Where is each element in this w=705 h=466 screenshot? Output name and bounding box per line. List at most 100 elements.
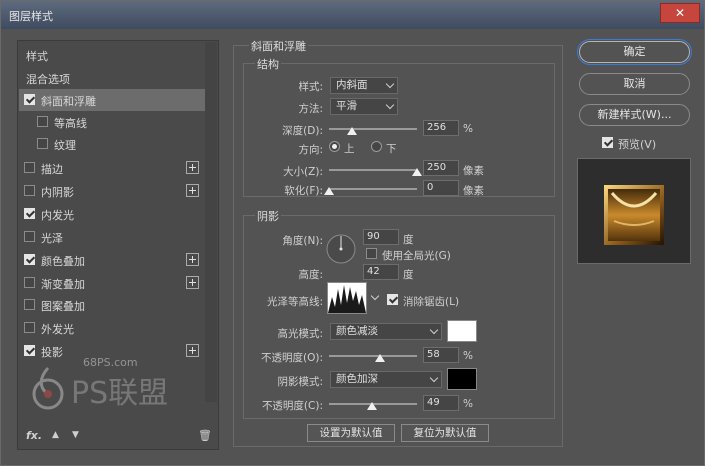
shadow-mode-value: 颜色加深 [336,373,378,385]
highlight-opacity-thumb[interactable] [375,354,386,362]
depth-input[interactable]: 256 [423,120,459,136]
highlight-opacity-track[interactable] [329,355,417,357]
move-down-icon[interactable]: ▼ [72,430,79,440]
style-checkbox[interactable] [24,94,35,105]
style-list-item-label: 渐变叠加 [41,278,85,291]
style-list-item[interactable]: 描边 [19,157,205,179]
global-light-label: 使用全局光(G) [382,250,451,262]
size-input[interactable]: 250 [423,160,459,176]
shading-title: 阴影 [255,208,281,224]
watermark-text: PS联盟 [71,376,169,411]
soften-slider-thumb[interactable] [324,187,334,195]
style-checkbox[interactable] [24,299,35,310]
direction-down-label: 下 [386,143,397,155]
add-effect-plus-icon[interactable] [186,184,199,197]
technique-dropdown[interactable]: 平滑 [330,98,398,115]
preview-checkbox[interactable] [602,137,613,148]
chevron-down-icon [385,79,395,89]
technique-value: 平滑 [336,100,357,112]
soften-input[interactable]: 0 [423,180,459,196]
style-checkbox[interactable] [24,208,35,219]
add-effect-plus-icon[interactable] [186,253,199,266]
direction-up-label: 上 [344,143,355,155]
layer-style-dialog: 图层样式 ✕ 样式 混合选项 斜面和浮雕 等高线 纹理 描边 内阴影 内发光 光泽 颜色叠加 渐变叠… [0,0,705,466]
global-light-checkbox[interactable] [366,248,377,259]
angle-label: 角度(N): [282,235,323,247]
angle-input[interactable]: 90 [363,229,399,245]
chevron-down-icon [370,291,380,301]
cancel-button[interactable]: 取消 [579,73,690,95]
direction-down-radio[interactable] [371,141,382,152]
style-checkbox[interactable] [24,322,35,333]
make-default-button[interactable]: 设置为默认值 [307,424,395,442]
style-list-item[interactable]: 纹理 [19,133,205,155]
style-checkbox[interactable] [24,162,35,173]
style-list-item[interactable]: 等高线 [19,111,205,133]
section-title: 斜面和浮雕 [249,38,308,54]
style-checkbox[interactable] [24,277,35,288]
ok-button[interactable]: 确定 [577,39,692,65]
style-list-item[interactable]: 颜色叠加 [19,249,205,271]
styles-toolbar: fx. ▲ ▼ 🗑 [26,429,216,443]
style-list-item-label: 投影 [41,346,63,359]
style-list-item-label: 图案叠加 [41,300,85,313]
watermark-logo-icon [32,366,64,410]
direction-up-radio[interactable] [329,141,340,152]
title-bar[interactable]: 图层样式 ✕ [1,1,704,29]
chevron-down-icon [429,325,439,335]
style-checkbox[interactable] [24,345,35,356]
reset-default-button[interactable]: 复位为默认值 [401,424,489,442]
highlight-color-swatch[interactable] [447,320,477,342]
gloss-contour-thumbnail[interactable] [327,282,367,314]
add-effect-plus-icon[interactable] [186,344,199,357]
move-up-icon[interactable]: ▲ [52,430,59,440]
style-list-item[interactable]: 图案叠加 [19,294,205,316]
highlight-mode-label: 高光模式: [277,328,323,340]
highlight-mode-value: 颜色减淡 [336,325,378,337]
size-slider-thumb[interactable] [412,168,422,176]
style-list-item[interactable]: 混合选项 [19,67,205,89]
style-checkbox[interactable] [37,138,48,149]
size-slider-track[interactable] [329,169,417,171]
styles-list-scrollbar[interactable] [205,42,217,402]
trash-icon[interactable]: 🗑 [198,429,212,442]
shadow-opacity-thumb[interactable] [367,402,378,410]
style-list-item[interactable]: 样式 [19,44,205,66]
depth-slider-track[interactable] [329,128,417,130]
shadow-color-swatch[interactable] [447,368,477,390]
style-checkbox[interactable] [24,185,35,196]
add-effect-plus-icon[interactable] [186,161,199,174]
style-checkbox[interactable] [24,254,35,265]
altitude-input[interactable]: 42 [363,264,399,280]
new-style-button[interactable]: 新建样式(W)... [579,104,690,126]
style-list-item[interactable]: 光泽 [19,226,205,248]
style-list-item-label: 等高线 [54,117,87,130]
gloss-contour-dropdown[interactable] [369,289,383,307]
style-list-item[interactable]: 斜面和浮雕 [19,89,205,111]
style-list-item[interactable]: 渐变叠加 [19,272,205,294]
highlight-mode-dropdown[interactable]: 颜色减淡 [330,323,442,340]
style-checkbox[interactable] [37,116,48,127]
style-list-item-label: 样式 [26,50,48,63]
angle-dial[interactable] [325,233,357,265]
style-list-item[interactable]: 内阴影 [19,180,205,202]
style-dropdown[interactable]: 内斜面 [330,77,398,94]
shadow-opacity-input[interactable]: 49 [423,395,459,411]
soften-slider-track[interactable] [329,188,417,190]
shadow-mode-dropdown[interactable]: 颜色加深 [330,371,442,388]
style-list-item-label: 光泽 [41,232,63,245]
style-checkbox[interactable] [24,231,35,242]
close-button[interactable]: ✕ [660,3,700,23]
style-list-item[interactable]: 外发光 [19,317,205,339]
soften-label: 软化(F): [284,185,323,197]
fx-button[interactable]: fx. [26,429,42,442]
style-list-item[interactable]: 内发光 [19,203,205,225]
add-effect-plus-icon[interactable] [186,276,199,289]
highlight-opacity-input[interactable]: 58 [423,347,459,363]
depth-slider-thumb[interactable] [346,127,357,135]
altitude-label: 高度: [298,269,323,281]
altitude-unit: 度 [403,269,414,281]
preview-label: 预览(V) [618,138,657,151]
angle-unit: 度 [403,234,414,246]
anti-alias-checkbox[interactable] [387,294,398,305]
